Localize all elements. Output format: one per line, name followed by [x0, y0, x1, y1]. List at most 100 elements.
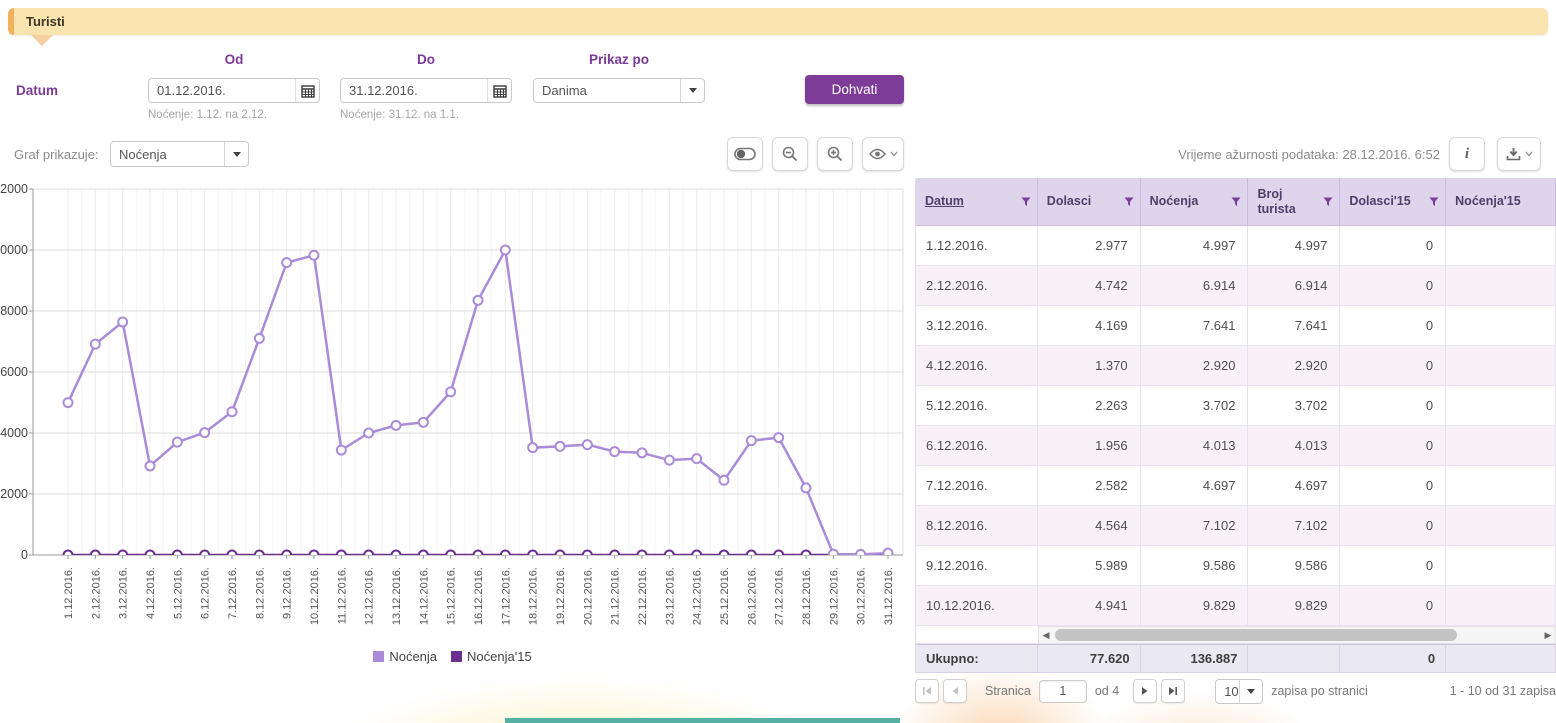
table-hscrollbar-row: ◀ ▶: [916, 626, 1556, 644]
column-header-2[interactable]: Dolasci: [1038, 178, 1141, 226]
table-row[interactable]: 1.12.2016.2.9774.9974.9970: [916, 226, 1556, 266]
svg-text:7.12.2016.: 7.12.2016.: [227, 567, 239, 619]
filter-icon[interactable]: [1429, 197, 1439, 207]
table-row[interactable]: 7.12.2016.2.5824.6974.6970: [916, 466, 1556, 506]
table-cell: 6.914: [1248, 266, 1340, 306]
date-to-note: Noćenje: 31.12. na 1.1.: [340, 109, 459, 121]
table-cell: 0: [1340, 586, 1446, 626]
column-header-3[interactable]: Noćenja: [1141, 178, 1249, 226]
legend-swatch: [451, 651, 462, 662]
page-size-select[interactable]: 10: [1215, 679, 1263, 704]
svg-text:8000: 8000: [0, 304, 28, 318]
horizontal-scrollbar[interactable]: ◀ ▶: [1038, 626, 1556, 644]
column-header-5[interactable]: Dolasci'15: [1340, 178, 1446, 226]
calendar-icon[interactable]: [487, 79, 511, 102]
svg-text:10000: 10000: [0, 243, 28, 257]
footer-total-label: Ukupno:: [916, 644, 1038, 673]
footer-total-cell: 136.887: [1141, 644, 1249, 673]
zoom-in-button[interactable]: [817, 137, 853, 171]
scroll-left-arrow[interactable]: ◀: [1039, 630, 1053, 641]
next-page-button[interactable]: [1133, 679, 1157, 703]
calendar-icon[interactable]: [295, 79, 319, 102]
table-cell: 6.914: [1141, 266, 1249, 306]
table-cell: 4.013: [1141, 426, 1249, 466]
graf-prikazuje-select[interactable]: Noćenja: [110, 141, 249, 167]
visibility-menu-button[interactable]: [862, 137, 904, 171]
data-freshness-text: Vrijeme ažurnosti podataka: 28.12.2016. …: [1178, 147, 1440, 162]
table-cell: 1.12.2016.: [916, 226, 1038, 266]
svg-text:10.12.2016.: 10.12.2016.: [309, 567, 321, 625]
table-row[interactable]: 8.12.2016.4.5647.1027.1020: [916, 506, 1556, 546]
chevron-down-icon: [1525, 151, 1533, 157]
table-row[interactable]: 2.12.2016.4.7426.9146.9140: [916, 266, 1556, 306]
date-from-value[interactable]: 01.12.2016.: [149, 83, 295, 98]
legend-item[interactable]: Noćenja'15: [451, 649, 532, 664]
zoom-out-icon: [782, 146, 798, 162]
table-row[interactable]: 4.12.2016.1.3702.9202.9200: [916, 346, 1556, 386]
column-header-4[interactable]: Broj turista: [1248, 178, 1340, 226]
scroll-right-arrow[interactable]: ▶: [1541, 630, 1555, 641]
svg-text:13.12.2016.: 13.12.2016.: [391, 567, 403, 625]
scrollbar-thumb[interactable]: [1055, 629, 1457, 641]
column-header-6[interactable]: Noćenja'15: [1446, 178, 1556, 226]
scroll-spacer: [916, 626, 1038, 644]
chevron-down-icon[interactable]: [1239, 680, 1263, 703]
table-cell: 7.102: [1248, 506, 1340, 546]
app-window: Turisti Od Do Prikaz po Datum 01.12.2016…: [0, 0, 1556, 723]
prikaz-po-select[interactable]: Danima: [533, 78, 705, 103]
filter-icon[interactable]: [1124, 197, 1134, 207]
column-header-label: Broj turista: [1257, 187, 1321, 216]
zoom-in-icon: [827, 146, 843, 162]
date-from-input[interactable]: 01.12.2016.: [148, 78, 320, 103]
page-number-input[interactable]: [1039, 680, 1087, 703]
table-cell: 9.12.2016.: [916, 546, 1038, 586]
table-cell: [1446, 306, 1556, 346]
zoom-out-button[interactable]: [772, 137, 808, 171]
table-cell: 0: [1340, 506, 1446, 546]
filter-icon[interactable]: [1021, 197, 1031, 207]
legend-item[interactable]: Noćenja: [373, 649, 437, 664]
table-cell: 4.013: [1248, 426, 1340, 466]
table-row[interactable]: 9.12.2016.5.9899.5869.5860: [916, 546, 1556, 586]
date-to-input[interactable]: 31.12.2016.: [340, 78, 512, 103]
do-label: Do: [340, 52, 512, 67]
legend-swatch: [373, 651, 384, 662]
table-cell: 2.12.2016.: [916, 266, 1038, 306]
table-cell: [1446, 346, 1556, 386]
first-page-button[interactable]: [915, 679, 939, 703]
prev-page-button[interactable]: [943, 679, 967, 703]
table-footer-row: Ukupno:77.620136.8870: [916, 644, 1556, 673]
chevron-down-icon[interactable]: [680, 79, 704, 102]
line-chart[interactable]: 0200040006000800010000120001.12.2016.2.1…: [0, 182, 905, 648]
table-cell: 3.702: [1141, 386, 1249, 426]
svg-text:5.12.2016.: 5.12.2016.: [172, 567, 184, 619]
table-body: 1.12.2016.2.9774.9974.99702.12.2016.4.74…: [916, 226, 1556, 626]
info-button[interactable]: i: [1449, 137, 1485, 171]
chevron-down-icon[interactable]: [224, 142, 248, 166]
table-cell: [1446, 266, 1556, 306]
table-cell: 2.920: [1141, 346, 1249, 386]
section-banner[interactable]: Turisti: [8, 8, 1548, 35]
date-to-value[interactable]: 31.12.2016.: [341, 83, 487, 98]
last-page-button[interactable]: [1161, 679, 1185, 703]
export-button[interactable]: [1497, 137, 1541, 171]
svg-text:18.12.2016.: 18.12.2016.: [528, 567, 540, 625]
table-cell: 7.641: [1141, 306, 1249, 346]
table-row[interactable]: 10.12.2016.4.9419.8299.8290: [916, 586, 1556, 626]
table-cell: 10.12.2016.: [916, 586, 1038, 626]
column-header-label: Dolasci: [1047, 194, 1091, 208]
column-header-1[interactable]: Datum: [916, 178, 1038, 226]
legend-label: Noćenja: [389, 649, 437, 664]
footer-total-cell: 0: [1340, 644, 1446, 673]
dohvati-button[interactable]: Dohvati: [805, 75, 904, 104]
table-cell: 2.263: [1038, 386, 1141, 426]
legend-label: Noćenja'15: [467, 649, 532, 664]
filter-icon[interactable]: [1323, 197, 1333, 207]
table-row[interactable]: 6.12.2016.1.9564.0134.0130: [916, 426, 1556, 466]
table-row[interactable]: 5.12.2016.2.2633.7023.7020: [916, 386, 1556, 426]
svg-text:29.12.2016.: 29.12.2016.: [828, 567, 840, 625]
chart-toggle-button[interactable]: [727, 137, 763, 171]
table-row[interactable]: 3.12.2016.4.1697.6417.6410: [916, 306, 1556, 346]
filter-icon[interactable]: [1231, 197, 1241, 207]
toggle-icon: [734, 147, 756, 161]
